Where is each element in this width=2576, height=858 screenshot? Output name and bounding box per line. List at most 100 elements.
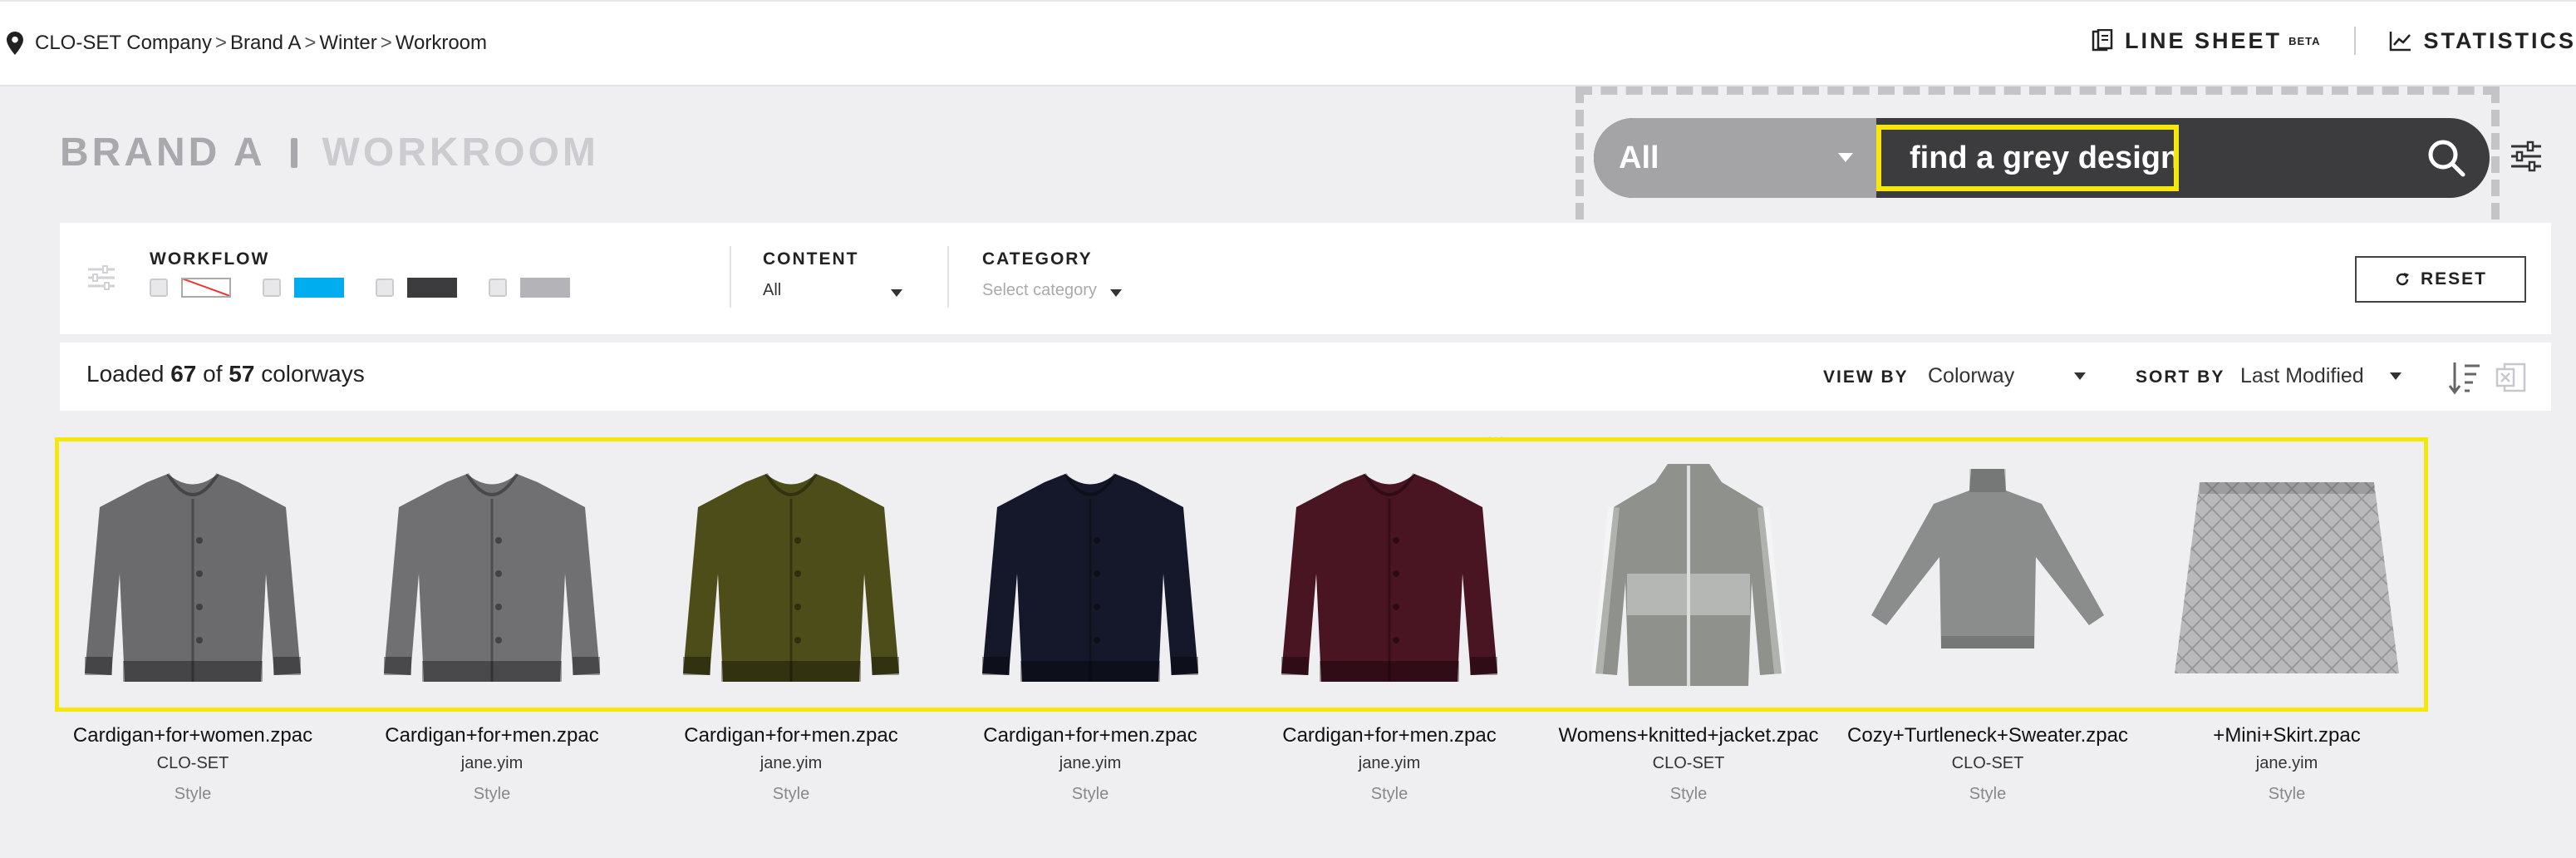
workflow-label: WORKFLOW	[150, 249, 270, 269]
product-type: Style	[1969, 785, 2007, 803]
total-number: 57	[229, 361, 255, 387]
brand-title: BRAND A	[60, 131, 266, 175]
sort-order-icon[interactable]	[2448, 359, 2481, 396]
filter-panel: WORKFLOW CONTENT All CATEGORY Select cat…	[60, 223, 2551, 334]
breadcrumb-brand[interactable]: Brand A	[230, 32, 301, 55]
location-pin-icon	[7, 32, 23, 55]
product-name[interactable]: Womens+knitted+jacket.zpac	[1547, 722, 1830, 749]
sort-by-label: SORT BY	[2136, 367, 2225, 387]
breadcrumb-company[interactable]: CLO-SET Company	[35, 32, 212, 55]
workflow-checkbox-dark[interactable]	[376, 279, 394, 297]
product-name[interactable]: Cardigan+for+men.zpac	[650, 722, 932, 749]
workflow-checkbox-grey[interactable]	[489, 279, 507, 297]
product-card[interactable]: Cardigan+for+men.zpac jane.yim Style	[650, 449, 932, 804]
line-sheet-icon	[2092, 29, 2113, 52]
refresh-icon	[2396, 273, 2409, 286]
product-name[interactable]: Cozy+Turtleneck+Sweater.zpac	[1846, 722, 2129, 749]
view-by-label: VIEW BY	[1823, 367, 1909, 387]
product-name[interactable]: Cardigan+for+men.zpac	[949, 722, 1231, 749]
breadcrumb-workroom[interactable]: Workroom	[396, 32, 487, 55]
product-thumbnail[interactable]	[666, 449, 916, 698]
product-type: Style	[1669, 785, 1708, 803]
search-bar: All	[1594, 118, 2490, 198]
product-card[interactable]: Cardigan+for+men.zpac jane.yim Style	[949, 449, 1231, 804]
workflow-swatch-grey	[520, 278, 570, 298]
filter-divider	[947, 246, 949, 308]
product-thumbnail[interactable]	[367, 449, 617, 698]
product-owner: CLO-SET	[156, 754, 229, 772]
line-sheet-link[interactable]: LINE SHEET BETA	[2092, 28, 2320, 54]
chevron-down-icon[interactable]	[1110, 289, 1122, 297]
content-dropdown[interactable]: All	[763, 281, 781, 300]
breadcrumb-season[interactable]: Winter	[319, 32, 376, 55]
product-thumbnail[interactable]	[1564, 449, 1813, 698]
product-owner: CLO-SET	[1951, 754, 2024, 772]
results-bar: Loaded 67 of 57 colorways VIEW BY Colorw…	[60, 343, 2551, 411]
statistics-label: STATISTICS	[2423, 27, 2576, 53]
search-scope-dropdown[interactable]: All	[1594, 118, 1876, 198]
breadcrumb-separator: >	[304, 32, 317, 54]
filter-divider	[730, 246, 731, 308]
workflow-swatch-dark	[407, 278, 457, 298]
page-title: BRAND A WORKROOM	[60, 130, 599, 175]
chevron-down-icon[interactable]	[891, 289, 902, 297]
product-type: Style	[473, 785, 511, 803]
product-thumbnail[interactable]	[1863, 449, 2112, 698]
excel-export-icon[interactable]	[2495, 361, 2528, 394]
nav-divider	[2353, 27, 2356, 55]
product-owner: CLO-SET	[1652, 754, 1725, 772]
product-name[interactable]: +Mini+Skirt.zpac	[2146, 722, 2428, 749]
sort-by-dropdown[interactable]: Last Modified	[2240, 364, 2364, 388]
workroom-title: WORKROOM	[322, 131, 599, 175]
top-header: CLO-SET Company > Brand A > Winter > Wor…	[0, 0, 2576, 86]
product-name[interactable]: Cardigan+for+men.zpac	[351, 722, 633, 749]
product-type: Style	[2268, 785, 2306, 803]
reset-button[interactable]: RESET	[2355, 256, 2526, 303]
search-scope-value: All	[1619, 140, 1659, 175]
loaded-number: 67	[170, 361, 197, 387]
product-name[interactable]: Cardigan+for+men.zpac	[1248, 722, 1531, 749]
statistics-icon	[2389, 32, 2411, 52]
loaded-prefix: Loaded	[86, 361, 165, 387]
breadcrumb: CLO-SET Company > Brand A > Winter > Wor…	[7, 32, 487, 55]
chevron-down-icon[interactable]	[2074, 372, 2086, 380]
workflow-checkbox-none[interactable]	[150, 279, 168, 297]
line-sheet-label: LINE SHEET	[2125, 27, 2283, 53]
product-thumbnail[interactable]	[966, 449, 1215, 698]
product-card[interactable]: +Mini+Skirt.zpac jane.yim Style	[2146, 449, 2428, 804]
workflow-checkbox-blue[interactable]	[263, 279, 281, 297]
product-name[interactable]: Cardigan+for+women.zpac	[52, 722, 334, 749]
statistics-link[interactable]: STATISTICS	[2389, 28, 2576, 54]
sliders-icon	[88, 265, 115, 290]
product-owner: jane.yim	[460, 754, 524, 772]
product-owner: jane.yim	[760, 754, 823, 772]
workflow-swatch-blue	[294, 278, 344, 298]
loaded-of: of	[203, 361, 223, 387]
loaded-suffix: colorways	[261, 361, 365, 387]
product-owner: jane.yim	[2255, 754, 2318, 772]
product-type: Style	[1370, 785, 1408, 803]
workflow-options	[150, 278, 602, 298]
content-label: CONTENT	[763, 249, 859, 269]
category-label: CATEGORY	[982, 249, 1093, 269]
view-by-dropdown[interactable]: Colorway	[1928, 364, 2014, 388]
product-card[interactable]: Womens+knitted+jacket.zpac CLO-SET Style	[1547, 449, 1830, 804]
chevron-down-icon[interactable]	[2390, 372, 2401, 380]
breadcrumb-separator: >	[214, 32, 227, 54]
product-thumbnail[interactable]	[2162, 449, 2411, 698]
search-input[interactable]	[1876, 125, 2179, 191]
product-card[interactable]: Cardigan+for+men.zpac jane.yim Style	[1248, 449, 1531, 804]
product-card[interactable]: Cozy+Turtleneck+Sweater.zpac CLO-SET Style	[1846, 449, 2129, 804]
reset-label: RESET	[2420, 269, 2487, 288]
product-thumbnail[interactable]	[68, 449, 317, 698]
product-card[interactable]: Cardigan+for+men.zpac jane.yim Style	[351, 449, 633, 804]
product-card[interactable]: Cardigan+for+women.zpac CLO-SET Style	[52, 449, 334, 804]
product-owner: jane.yim	[1059, 754, 1122, 772]
product-thumbnail[interactable]	[1265, 449, 1514, 698]
loaded-count: Loaded 67 of 57 colorways	[86, 361, 365, 387]
filter-settings-icon[interactable]	[2508, 138, 2544, 175]
product-type: Style	[772, 785, 810, 803]
category-dropdown[interactable]: Select category	[982, 281, 1097, 300]
product-owner: jane.yim	[1358, 754, 1421, 772]
search-icon[interactable]	[2425, 136, 2468, 180]
